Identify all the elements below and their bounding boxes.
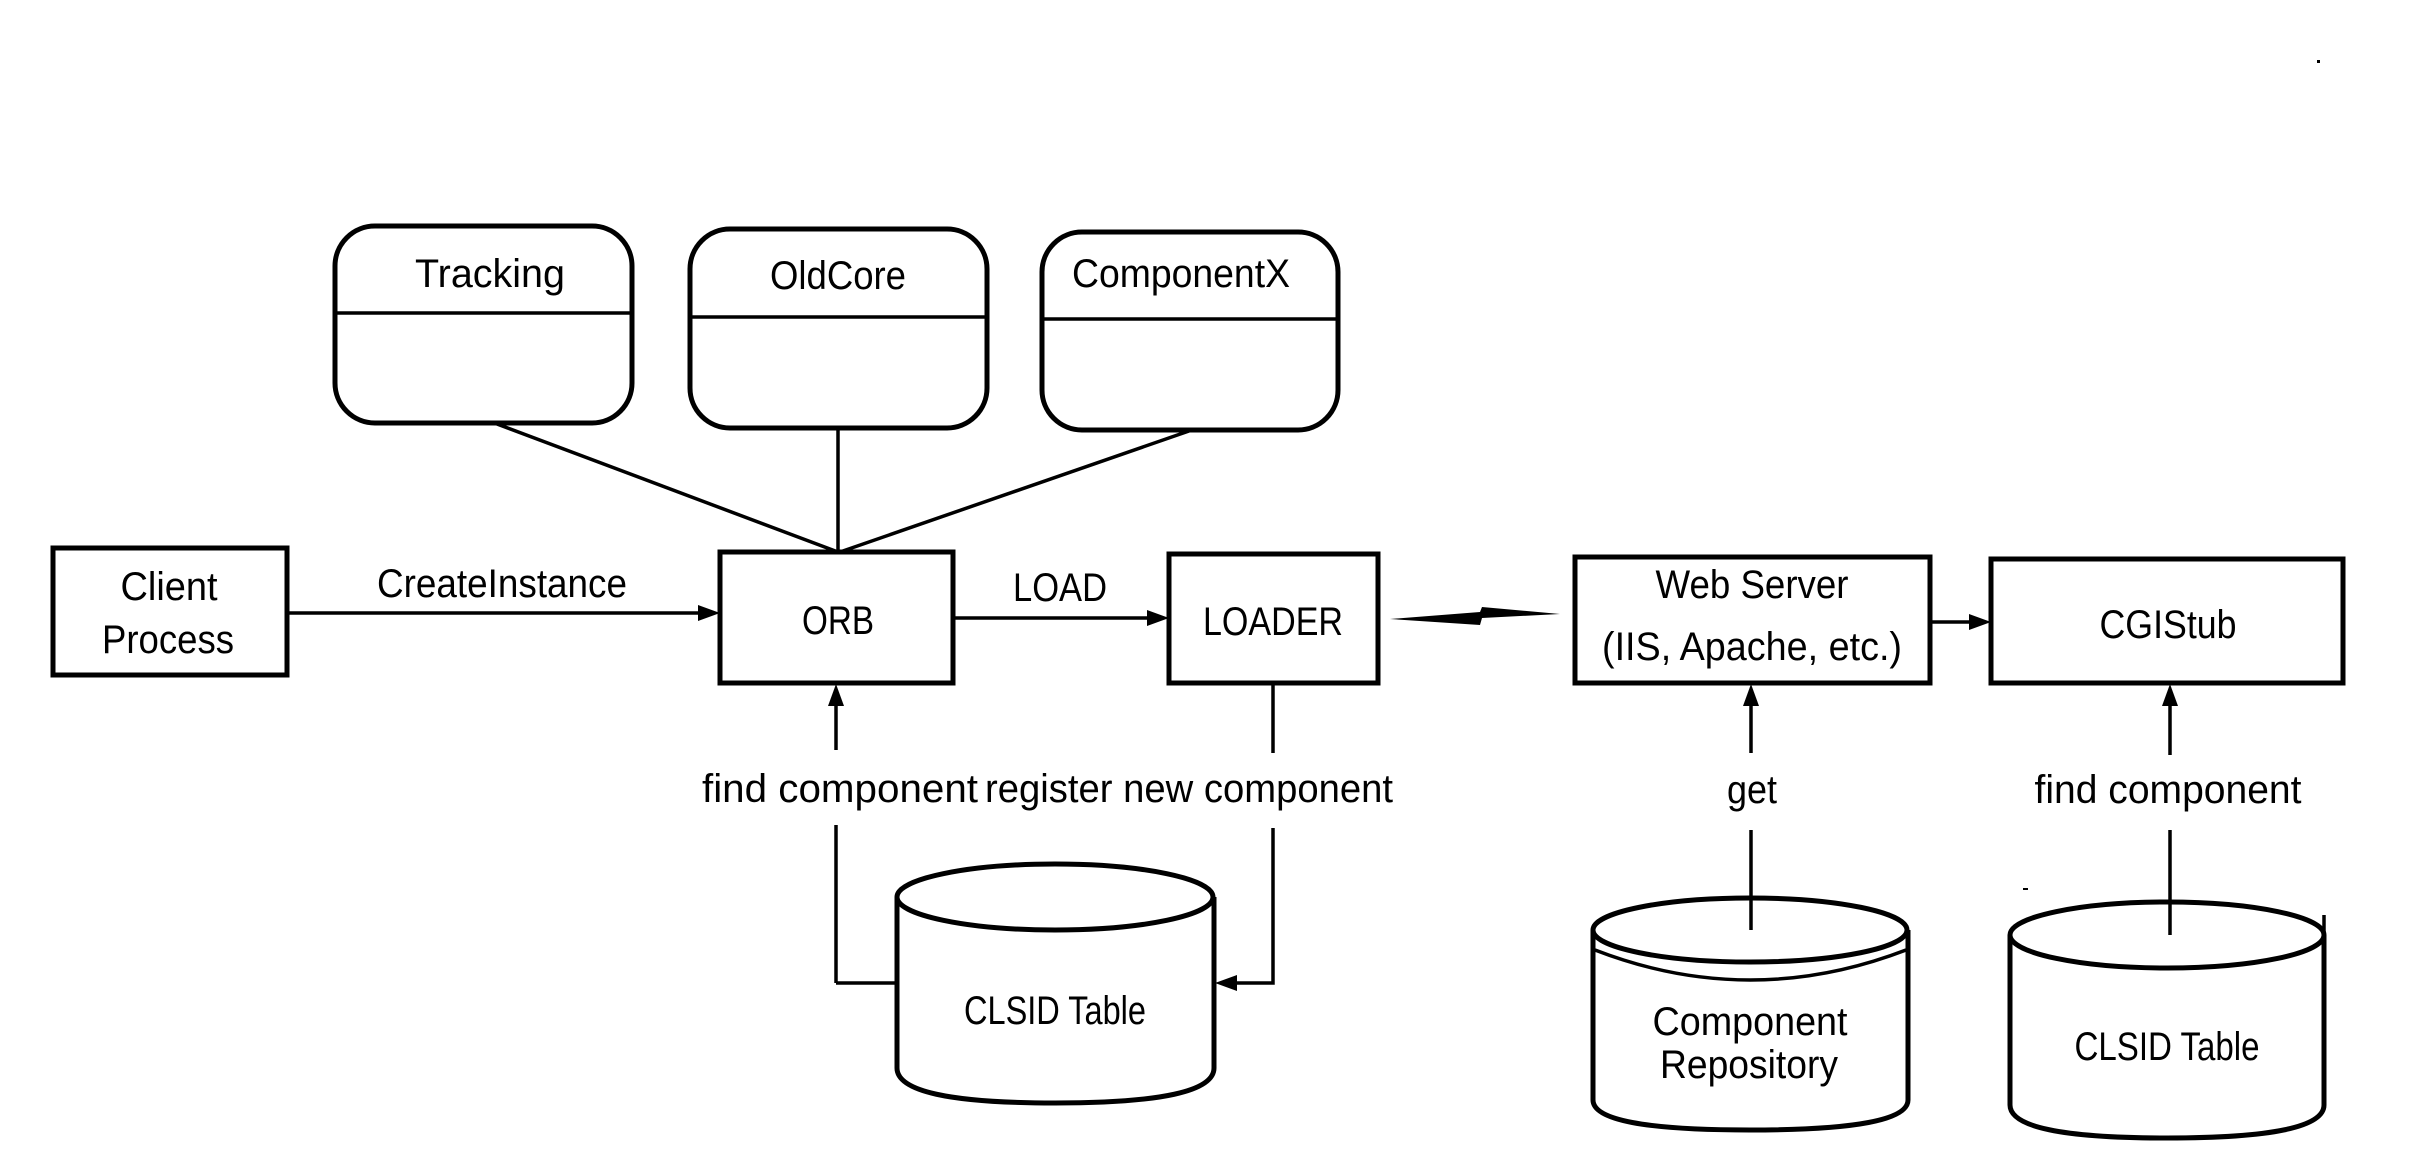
tracking-to-orb-connector	[496, 422, 839, 554]
component-tracking-label: Tracking	[415, 252, 565, 296]
network-link-icon	[1390, 607, 1560, 625]
component-repository-label-line1: Component	[1653, 1000, 1848, 1044]
get-label: get	[1727, 768, 1777, 812]
find-component-left-label: find component	[702, 767, 978, 811]
clsid-table-left-label: CLSID Table	[964, 989, 1146, 1033]
scan-speck	[2317, 60, 2320, 63]
cgistub-label: CGIStub	[2100, 603, 2237, 647]
client-process-label-line2: Process	[102, 618, 234, 662]
find-component-right-label: find component	[2035, 768, 2302, 812]
loader: LOADER	[1166, 551, 1381, 686]
clsid-table-right-label: CLSID Table	[2075, 1025, 2260, 1069]
clsid-table-left-top	[894, 861, 1216, 933]
find-component-left-arrowhead	[828, 684, 844, 706]
web-server-label-line2: (IIS, Apache, etc.)	[1602, 625, 1902, 669]
orb-label: ORB	[802, 599, 874, 643]
scan-speck	[2023, 888, 2028, 890]
webserver-to-cgistub-arrowhead	[1969, 614, 1991, 630]
loader-to-clsid-line-lower	[1232, 828, 1275, 985]
client-process-label-line1: Client	[121, 565, 218, 609]
loader-label: LOADER	[1203, 600, 1343, 644]
get-arrowhead	[1743, 684, 1759, 706]
web-server-label-line1: Web Server	[1656, 563, 1849, 607]
load-arrowhead	[1147, 610, 1169, 626]
create-instance-arrowhead	[698, 605, 720, 621]
clsid-table-right: CLSID Table	[2007, 899, 2327, 1141]
cgistub: CGIStub	[1988, 556, 2346, 686]
component-oldcore-label: OldCore	[770, 254, 906, 298]
find-component-right-arrowhead	[2162, 684, 2178, 706]
componentx-to-orb-connector	[839, 429, 1190, 554]
component-componentx: ComponentX	[1039, 229, 1341, 433]
load-label: LOAD	[1013, 566, 1107, 610]
web-server: Web Server (IIS, Apache, etc.)	[1572, 554, 1933, 686]
orb: ORB	[717, 549, 956, 686]
register-new-component-arrowhead	[1215, 975, 1237, 991]
clsid-table-left: CLSID Table	[894, 861, 1217, 1106]
component-repository-label-line2: Repository	[1660, 1043, 1838, 1087]
clsid-table-right-top	[2007, 899, 2327, 971]
component-componentx-label: ComponentX	[1072, 252, 1290, 296]
component-tracking: Tracking	[332, 223, 635, 426]
client-process: Client Process	[50, 545, 290, 678]
architecture-diagram: Tracking OldCore ComponentX Client Proce…	[50, 60, 2346, 1141]
component-repository: Component Repository	[1590, 895, 1911, 1133]
component-oldcore: OldCore	[687, 226, 990, 431]
register-new-component-label: register new component	[985, 767, 1393, 811]
create-instance-label: CreateInstance	[377, 562, 627, 606]
